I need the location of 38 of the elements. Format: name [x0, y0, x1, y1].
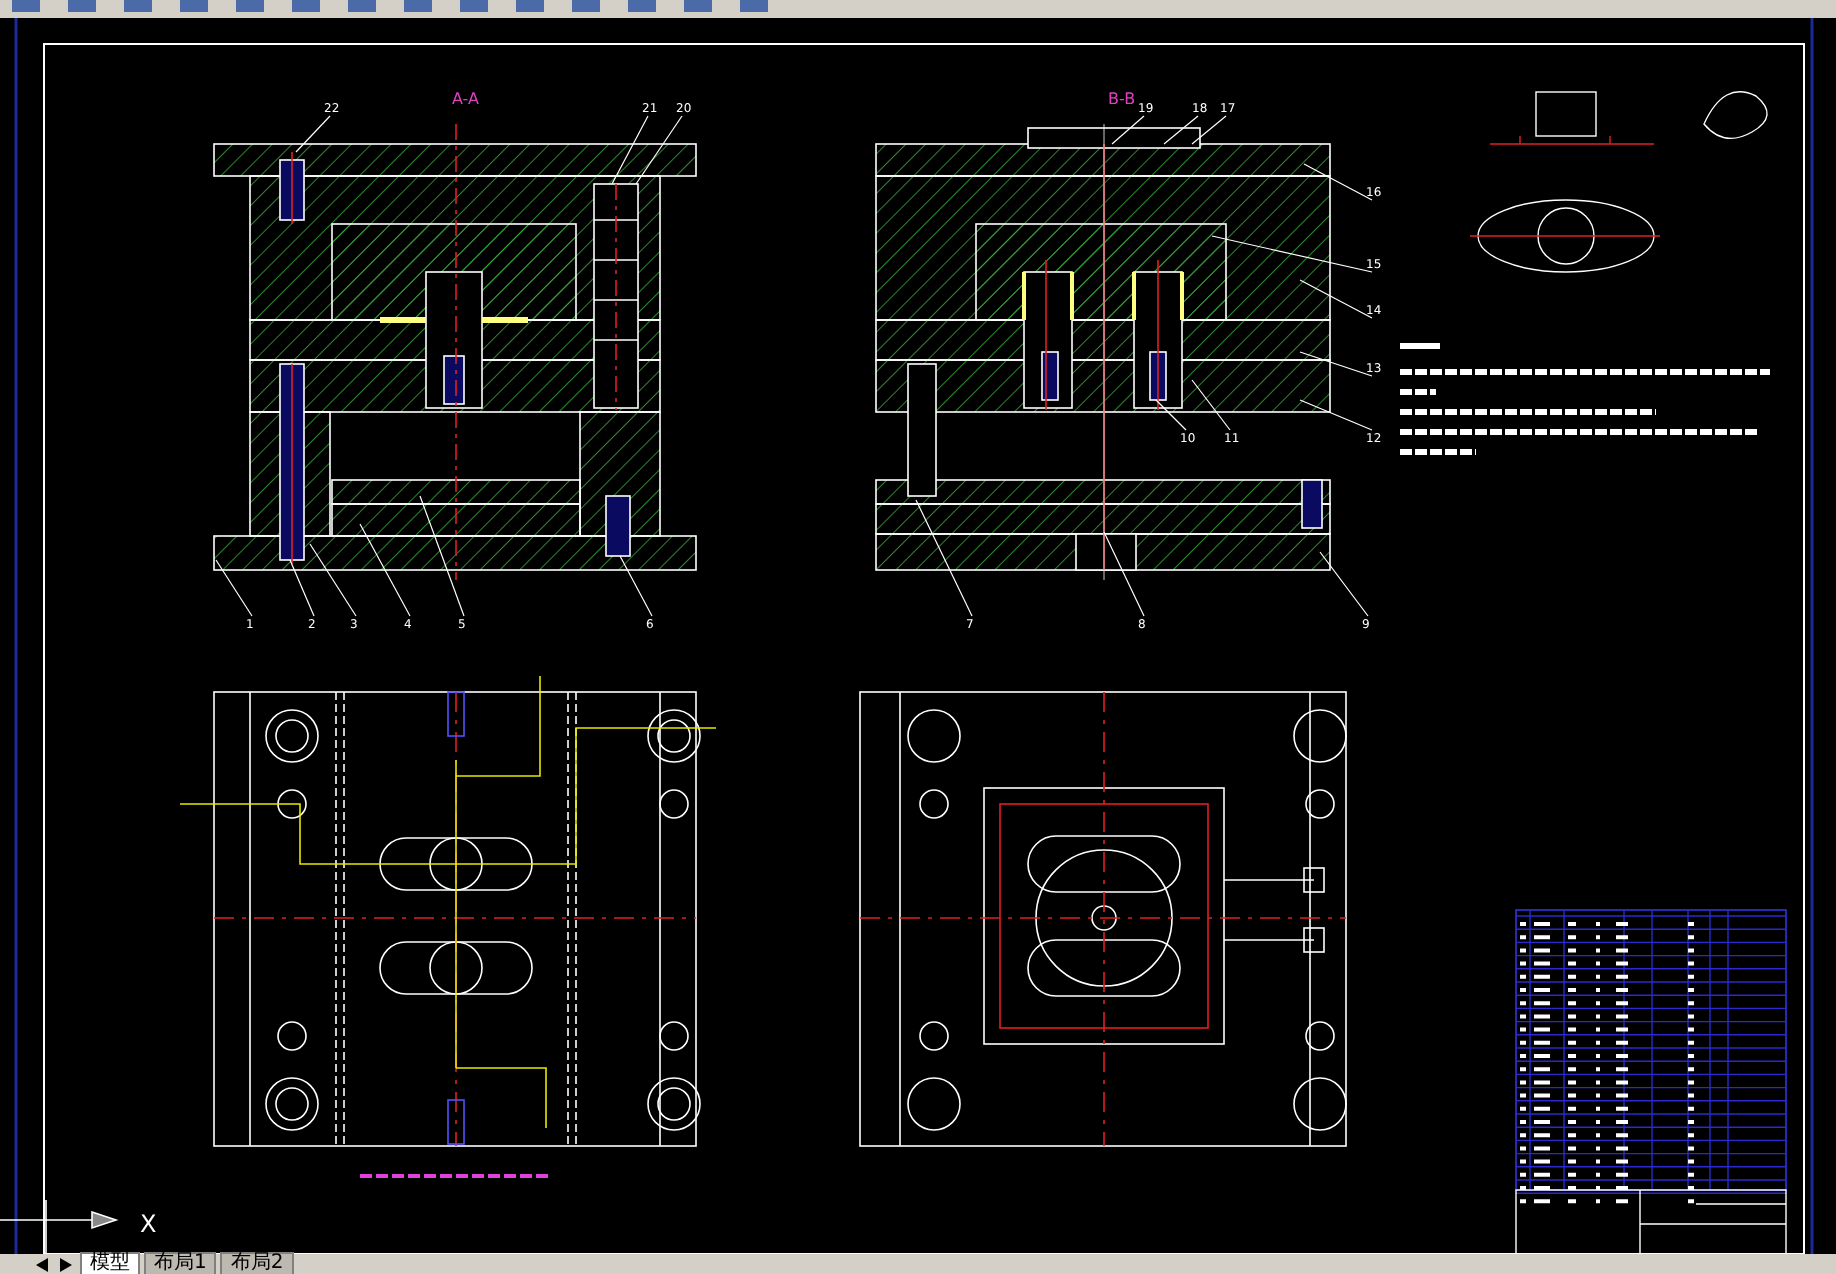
- toolbar-icon[interactable]: [180, 0, 208, 12]
- leader-line: [1103, 531, 1145, 617]
- leader-line: [635, 115, 683, 185]
- leader-line: [619, 555, 653, 617]
- toolbar-icon[interactable]: [292, 0, 320, 12]
- leader-line: [295, 115, 331, 153]
- toolbar-icon[interactable]: [68, 0, 96, 12]
- leader-line: [359, 523, 411, 617]
- leader-line: [1111, 115, 1145, 145]
- leader-line: [1299, 399, 1373, 431]
- leader-line: [1155, 399, 1187, 431]
- next-icon[interactable]: [58, 1258, 72, 1272]
- toolbar-icon[interactable]: [740, 0, 768, 12]
- layout-tab[interactable]: 布局2: [220, 1252, 294, 1274]
- layout-tab[interactable]: 布局1: [144, 1252, 217, 1274]
- leader-line: [1319, 551, 1369, 617]
- previous-icon[interactable]: [36, 1258, 50, 1272]
- toolbar-icon[interactable]: [348, 0, 376, 12]
- leader-line: [611, 115, 649, 185]
- section-title: B-B: [1108, 90, 1136, 108]
- leader-line: [1191, 379, 1231, 431]
- section-title: A-A: [452, 90, 479, 108]
- toolbar-icon[interactable]: [516, 0, 544, 12]
- toolbar-icon[interactable]: [684, 0, 712, 12]
- toolbar-icon[interactable]: [12, 0, 40, 12]
- toolbar-icon[interactable]: [460, 0, 488, 12]
- leader-line: [1191, 115, 1227, 145]
- leader-line: [1163, 115, 1199, 145]
- toolbar-icon[interactable]: [572, 0, 600, 12]
- toolbar-icon[interactable]: [628, 0, 656, 12]
- toolbar-icon[interactable]: [236, 0, 264, 12]
- toolbar-icon[interactable]: [124, 0, 152, 12]
- layout-tab[interactable]: 模型: [80, 1252, 140, 1274]
- toolbar-icon[interactable]: [404, 0, 432, 12]
- leader-line: [419, 495, 465, 617]
- axis-label: X: [140, 1210, 157, 1238]
- leader-line: [215, 559, 253, 617]
- leader-line: [915, 499, 973, 617]
